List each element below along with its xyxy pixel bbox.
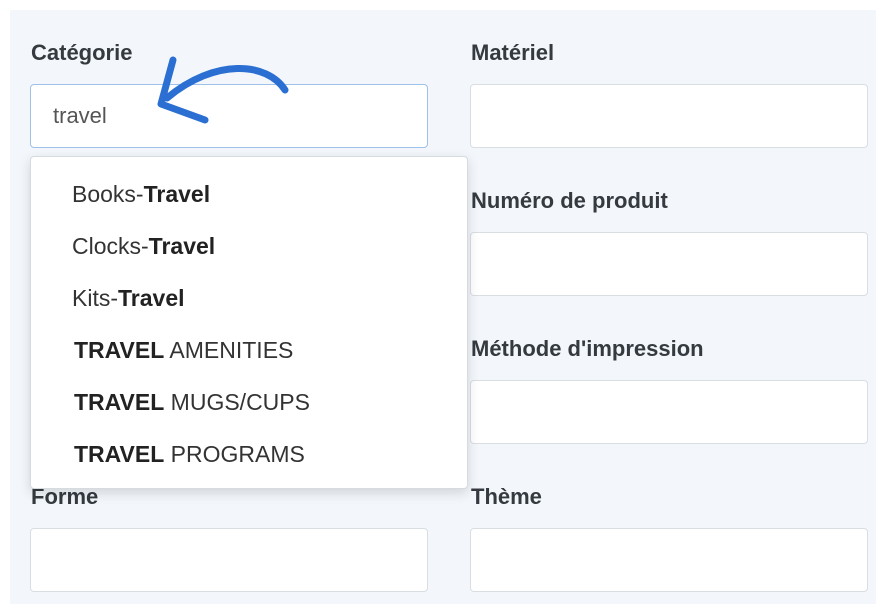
suggestion-match: TRAVEL: [74, 389, 165, 415]
suggestion-item[interactable]: Kits-Travel: [72, 287, 185, 310]
methode-impression-input[interactable]: [470, 380, 868, 444]
suggestion-suffix: MUGS/CUPS: [164, 389, 310, 415]
suggestion-item[interactable]: Books-Travel: [72, 183, 210, 206]
suggestion-match: Travel: [118, 285, 185, 311]
suggestion-match: Travel: [143, 181, 211, 207]
methode-impression-label: Méthode d'impression: [471, 336, 704, 361]
suggestion-item[interactable]: Clocks-Travel: [72, 235, 215, 258]
suggestion-item[interactable]: TRAVEL AMENITIES: [74, 339, 293, 362]
forme-label: Forme: [31, 484, 99, 509]
numero-produit-label: Numéro de produit: [471, 188, 668, 213]
suggestion-prefix: Books-: [72, 181, 144, 207]
suggestion-suffix: PROGRAMS: [164, 441, 305, 467]
materiel-input[interactable]: [470, 84, 868, 148]
numero-produit-input[interactable]: [470, 232, 868, 296]
forme-input[interactable]: [30, 528, 428, 592]
suggestion-prefix: Kits-: [72, 285, 118, 311]
suggestion-match: TRAVEL: [74, 337, 165, 363]
suggestion-item[interactable]: TRAVEL PROGRAMS: [74, 443, 305, 466]
curved-arrow-icon: [157, 56, 289, 124]
categorie-label: Catégorie: [31, 40, 133, 65]
theme-label: Thème: [471, 484, 542, 509]
materiel-label: Matériel: [471, 40, 555, 65]
suggestion-prefix: Clocks-: [72, 233, 149, 259]
autocomplete-dropdown: Books-Travel Clocks-Travel Kits-Travel T…: [30, 156, 468, 489]
theme-input[interactable]: [470, 528, 868, 592]
suggestion-suffix: AMENITIES: [164, 337, 294, 363]
suggestion-match: Travel: [148, 233, 216, 259]
suggestion-match: TRAVEL: [74, 441, 165, 467]
suggestion-item[interactable]: TRAVEL MUGS/CUPS: [74, 391, 310, 414]
